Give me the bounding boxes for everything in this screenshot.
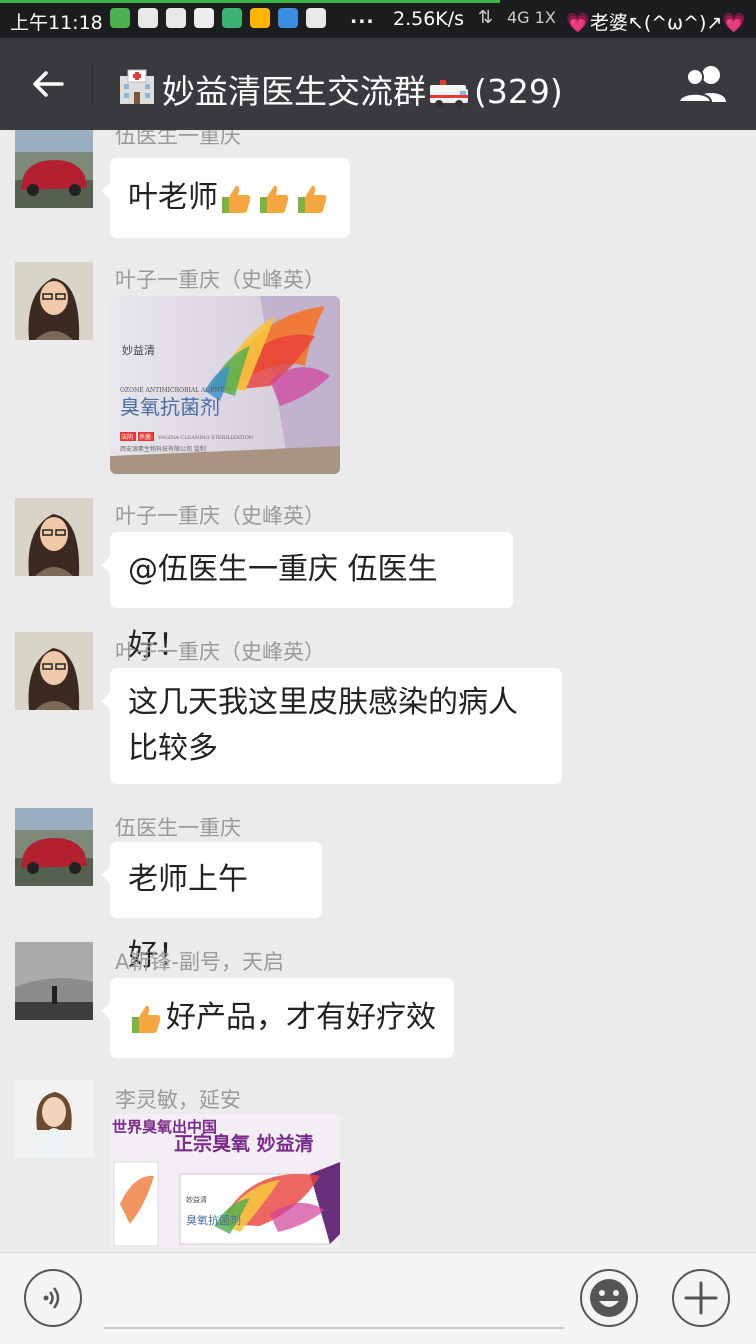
thumbs-up-icon xyxy=(222,185,251,213)
message-bubble[interactable]: @伍医生一重庆 伍医生好！ xyxy=(101,532,513,663)
voice-input-icon xyxy=(43,1287,60,1309)
message-text-line1: 这几天我这里皮肤感染的病人 xyxy=(128,685,518,720)
message-bubble[interactable]: 好产品，才有好疗效 xyxy=(101,978,454,1058)
message-text: 好产品，才有好疗效 xyxy=(166,1000,436,1035)
qq-app-icon xyxy=(278,8,298,28)
sender-name: 伍医生一重庆 xyxy=(115,130,241,148)
image-product: 臭氧抗菌剂 xyxy=(120,395,220,419)
input-bar xyxy=(0,1252,756,1344)
notification-icons xyxy=(110,8,326,28)
back-arrow-icon[interactable] xyxy=(28,64,68,104)
more-button[interactable] xyxy=(672,1269,730,1327)
sender-name: 伍医生一重庆 xyxy=(115,816,241,840)
chat-header: 妙益清医生交流群 (329) xyxy=(0,38,756,130)
header-divider xyxy=(92,64,93,104)
browser-notify-icon xyxy=(166,8,186,28)
product-image[interactable]: 妙益清 OZONE ANTIMICROBIAL AGENT 臭氧抗菌剂 洁阴 杀… xyxy=(110,296,340,474)
status-time: 上午11:18 xyxy=(10,12,103,34)
message-bubble[interactable]: 叶老师 xyxy=(101,158,350,238)
ad-line2: 正宗臭氧 妙益清 xyxy=(174,1132,314,1155)
avatar[interactable] xyxy=(15,130,93,208)
chat-title[interactable]: 妙益清医生交流群 (329) xyxy=(162,65,563,113)
group-members-icon[interactable] xyxy=(676,64,732,104)
sender-name: A靳锋-副号，天启 xyxy=(115,950,284,974)
member-count: (329) xyxy=(474,72,563,111)
browser-notify-icon xyxy=(306,8,326,28)
voice-button[interactable] xyxy=(24,1269,82,1327)
carrier-name: 老婆↖(^ω^)↗ xyxy=(589,12,723,34)
plus-icon xyxy=(684,1281,718,1315)
avatar[interactable] xyxy=(15,808,93,886)
data-transfer-icon: ⇅ xyxy=(478,7,494,28)
image-maker: 西安源素生物科技有限公司 监制 xyxy=(120,445,206,453)
thumbs-up-icon xyxy=(298,185,327,213)
sender-name: 叶子一重庆（史峰英） xyxy=(115,504,325,528)
message-list[interactable]: 伍医生一重庆 叶老师 叶子一重庆（史峰英） 妙益清 OZONE ANTIMICR… xyxy=(0,130,756,1252)
video-app-icon xyxy=(222,8,242,28)
wechat-notify-icon xyxy=(110,8,130,28)
emoji-icon xyxy=(590,1279,628,1317)
image-brand: 妙益清 xyxy=(122,343,155,357)
loading-progress xyxy=(0,0,500,3)
image-tag2: 杀菌 xyxy=(139,433,151,441)
qzone-app-icon xyxy=(250,8,270,28)
image-en: OZONE ANTIMICROBIAL AGENT xyxy=(120,387,224,394)
ambulance-icon xyxy=(430,79,468,108)
heart-icon: 💗 xyxy=(566,12,590,34)
avatar[interactable] xyxy=(15,942,93,1020)
avatar[interactable] xyxy=(15,1080,93,1158)
product-ad-image[interactable]: 世界臭氧出中国 正宗臭氧 妙益清 妙益清 臭氧抗菌剂 xyxy=(110,1114,340,1248)
image-en2: VAGINA CLEANING STERILIZATION xyxy=(157,435,254,441)
message-text-line2: 比较多 xyxy=(128,731,218,766)
status-bar: 上午11:18 ... 2.56K/s ⇅ 4G 1X 💗老婆↖(^ω^)↗💗 xyxy=(0,0,756,38)
heart-icon: 💗 xyxy=(722,12,746,34)
sender-name: 李灵敏，延安 xyxy=(115,1088,241,1112)
thumbs-up-icon xyxy=(260,185,289,213)
browser-notify-icon xyxy=(138,8,158,28)
carrier-label: 💗老婆↖(^ω^)↗💗 xyxy=(566,8,746,35)
network-type: 4G 1X xyxy=(507,8,556,27)
more-notifications-icon: ... xyxy=(350,6,375,28)
play-store-icon xyxy=(194,8,214,28)
box-brand: 妙益清 xyxy=(186,1195,207,1204)
hospital-icon xyxy=(120,69,154,104)
avatar[interactable] xyxy=(15,262,93,340)
message-input[interactable] xyxy=(104,1327,564,1329)
sender-name: 叶子一重庆（史峰英） xyxy=(115,640,325,664)
message-bubble[interactable]: 老师上午好！ xyxy=(101,842,322,973)
sender-name: 叶子一重庆（史峰英） xyxy=(115,268,325,292)
image-tag1: 洁阴 xyxy=(121,433,133,441)
group-name: 妙益清医生交流群 xyxy=(162,72,426,111)
box-product: 臭氧抗菌剂 xyxy=(186,1213,241,1227)
message-text: 叶老师 xyxy=(128,180,218,215)
message-bubble[interactable]: 这几天我这里皮肤感染的病人 比较多 xyxy=(101,668,562,784)
thumbs-up-icon xyxy=(132,1005,161,1033)
avatar[interactable] xyxy=(15,632,93,710)
emoji-button[interactable] xyxy=(580,1269,638,1327)
avatar[interactable] xyxy=(15,498,93,576)
net-speed: 2.56K/s xyxy=(393,8,465,30)
